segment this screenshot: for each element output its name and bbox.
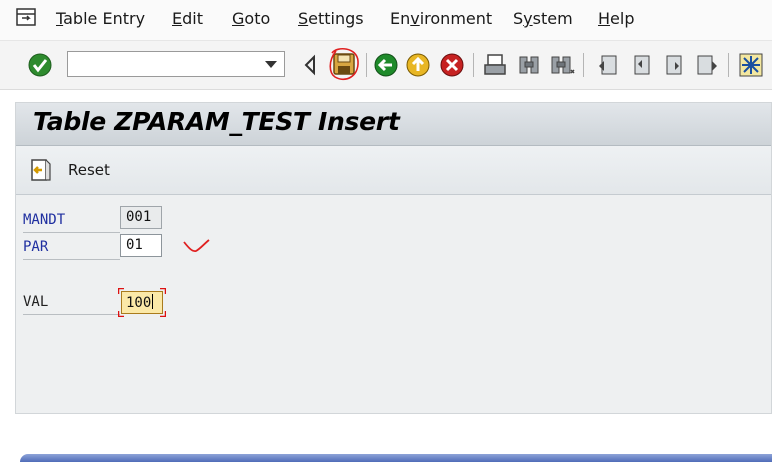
last-page-icon[interactable] xyxy=(695,52,721,78)
menu-edit[interactable]: Edit xyxy=(172,9,203,28)
menu-table-entry[interactable]: Table Entry xyxy=(56,9,145,28)
title-bar: Table ZPARAM_TEST Insert xyxy=(16,103,771,146)
field-label-val: VAL xyxy=(23,294,49,310)
reset-icon[interactable] xyxy=(30,158,52,182)
menu-settings[interactable]: Settings xyxy=(298,9,364,28)
standard-toolbar xyxy=(0,40,772,90)
next-page-icon[interactable] xyxy=(662,52,688,78)
toolbar-separator xyxy=(583,53,584,77)
focus-corner xyxy=(118,311,124,317)
main-panel: Table ZPARAM_TEST Insert Reset MANDT 001… xyxy=(15,102,772,414)
menu-goto[interactable]: Goto xyxy=(232,9,270,28)
toolbar-separator xyxy=(728,53,729,77)
field-label-mandt: MANDT xyxy=(23,212,66,228)
menu-system[interactable]: System xyxy=(513,9,573,28)
chevron-down-icon[interactable] xyxy=(265,61,277,68)
enter-check-icon[interactable] xyxy=(27,52,53,78)
save-icon[interactable] xyxy=(327,47,361,83)
menu-bar: Table Entry Edit Goto Settings Environme… xyxy=(0,0,772,40)
toolbar-separator xyxy=(473,53,474,77)
first-page-icon[interactable] xyxy=(594,52,620,78)
val-field[interactable]: 100 xyxy=(121,291,163,314)
field-underline xyxy=(23,259,120,260)
field-underline xyxy=(23,314,120,315)
command-field[interactable] xyxy=(67,51,285,77)
menu-expand-icon[interactable] xyxy=(16,8,38,28)
customize-layout-icon[interactable] xyxy=(738,52,764,78)
val-field-value: 100 xyxy=(126,295,152,311)
previous-page-icon[interactable] xyxy=(628,52,654,78)
field-label-par: PAR xyxy=(23,239,49,255)
mandt-field: 001 xyxy=(120,206,162,229)
focus-corner xyxy=(160,311,166,317)
focus-corner xyxy=(118,288,124,294)
find-next-icon[interactable] xyxy=(549,52,575,78)
menu-environment[interactable]: Environment xyxy=(390,9,492,28)
reset-button[interactable]: Reset xyxy=(68,161,110,179)
find-icon[interactable] xyxy=(516,52,542,78)
focus-corner xyxy=(160,288,166,294)
toolbar-separator xyxy=(366,53,367,77)
print-icon[interactable] xyxy=(482,52,508,78)
back-arrow-icon[interactable] xyxy=(373,52,399,78)
par-field[interactable]: 01 xyxy=(120,234,162,257)
field-underline xyxy=(23,232,120,233)
back-triangle-icon[interactable] xyxy=(298,52,324,78)
exit-icon[interactable] xyxy=(405,52,431,78)
status-bar-edge xyxy=(20,454,772,462)
red-check-annotation-icon xyxy=(183,239,210,253)
page-title: Table ZPARAM_TEST Insert xyxy=(33,107,400,136)
application-toolbar: Reset xyxy=(16,146,771,195)
menu-help[interactable]: Help xyxy=(598,9,634,28)
text-caret xyxy=(152,294,154,309)
form-area: MANDT 001 PAR 01 VAL 100 xyxy=(16,195,771,413)
cancel-icon[interactable] xyxy=(439,52,465,78)
